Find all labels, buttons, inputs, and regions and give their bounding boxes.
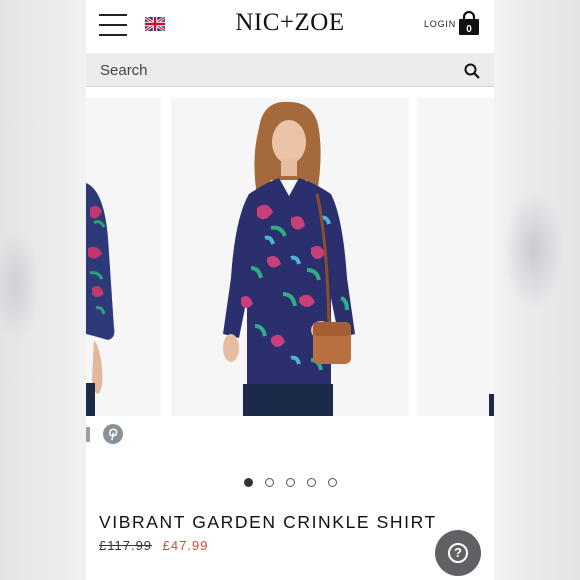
help-button[interactable]: ? — [435, 530, 481, 576]
carousel-dot-2[interactable] — [264, 478, 274, 487]
product-image-carousel[interactable] — [86, 98, 494, 416]
product-title: VIBRANT GARDEN CRINKLE SHIRT — [99, 512, 437, 532]
price-row: £117.99 £47.99 — [99, 538, 208, 553]
carousel-slide-next[interactable] — [417, 98, 494, 416]
model-image-side — [489, 394, 494, 416]
background-right — [494, 0, 580, 580]
carousel-slide-previous[interactable] — [86, 98, 161, 416]
help-icon: ? — [448, 543, 468, 563]
pinterest-icon[interactable] — [103, 424, 123, 444]
background-left — [0, 0, 86, 580]
carousel-slide-active[interactable] — [171, 98, 409, 416]
search-bar — [86, 53, 494, 87]
site-header: NIC+ZOE LOGIN 0 — [86, 0, 494, 50]
login-link[interactable]: LOGIN — [424, 19, 456, 29]
mobile-page: NIC+ZOE LOGIN 0 Search VIBRANT GARDEN CR… — [86, 0, 494, 580]
carousel-dot-3[interactable] — [285, 478, 295, 487]
carousel-pagination — [86, 478, 494, 487]
carousel-dot-4[interactable] — [306, 478, 316, 487]
shopping-bag-icon[interactable]: 0 — [457, 11, 481, 35]
carousel-dot-5[interactable] — [327, 478, 337, 487]
carousel-dot-1[interactable] — [243, 478, 253, 487]
model-image-side — [86, 183, 115, 416]
model-image — [223, 101, 355, 416]
search-input[interactable] — [100, 59, 440, 81]
share-row — [86, 423, 146, 445]
search-icon[interactable] — [464, 63, 480, 79]
cart-count: 0 — [466, 24, 472, 35]
original-price: £117.99 — [99, 538, 153, 553]
sale-price: £47.99 — [162, 538, 209, 553]
share-icon[interactable] — [86, 427, 90, 442]
